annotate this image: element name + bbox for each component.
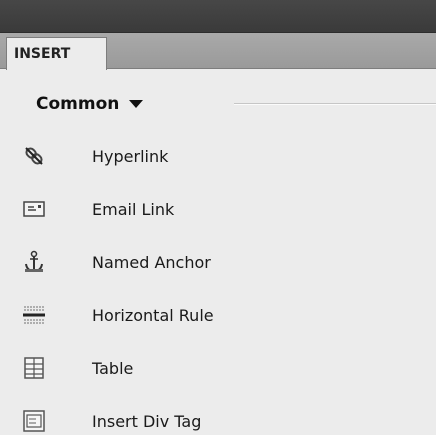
insert-item-label: Table [92, 358, 134, 378]
insert-item-table[interactable]: Table [0, 342, 436, 394]
caret-down-icon [129, 100, 144, 108]
insert-item-label: Insert Div Tag [92, 411, 202, 431]
named-anchor-icon [25, 250, 43, 273]
category-dropdown[interactable]: Common [36, 94, 144, 114]
insert-item-email-link[interactable]: Email Link [0, 183, 436, 235]
panel-tab-strip: INSERT [0, 33, 436, 70]
category-label: Common [36, 94, 120, 114]
insert-item-label: Named Anchor [92, 252, 211, 272]
insert-item-div-tag[interactable]: Insert Div Tag [0, 395, 436, 435]
insert-item-label: Horizontal Rule [92, 305, 214, 325]
insert-item-named-anchor[interactable]: Named Anchor [0, 236, 436, 288]
div-tag-icon [23, 410, 45, 432]
insert-item-label: Hyperlink [92, 146, 169, 166]
category-divider [234, 103, 436, 105]
horizontal-rule-icon [23, 306, 45, 324]
tab-insert[interactable]: INSERT [6, 37, 107, 70]
panel-title-bar[interactable] [0, 0, 436, 33]
tab-insert-label: INSERT [14, 46, 71, 62]
email-link-icon [23, 201, 45, 217]
insert-item-label: Email Link [92, 199, 175, 219]
table-icon [24, 357, 44, 379]
insert-panel: INSERT Common Hyperlink Email Link Named… [0, 0, 436, 435]
insert-item-horizontal-rule[interactable]: Horizontal Rule [0, 289, 436, 341]
hyperlink-icon [25, 147, 43, 165]
insert-item-hyperlink[interactable]: Hyperlink [0, 130, 436, 182]
